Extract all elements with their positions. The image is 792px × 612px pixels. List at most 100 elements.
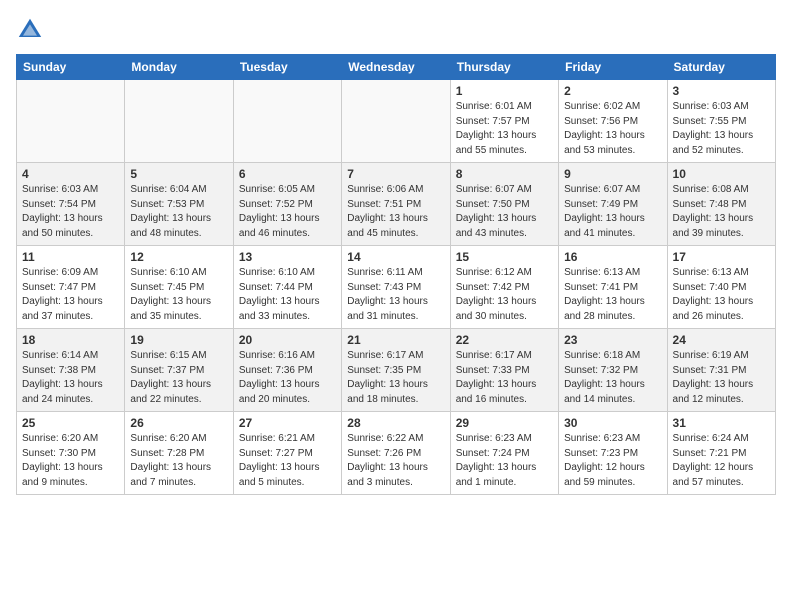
day-info: Sunrise: 6:10 AM Sunset: 7:45 PM Dayligh…: [130, 266, 227, 324]
day-number: 1: [456, 84, 553, 98]
day-info: Sunrise: 6:10 AM Sunset: 7:44 PM Dayligh…: [239, 266, 336, 324]
day-number: 25: [22, 416, 119, 430]
calendar-week-row: 11 Sunrise: 6:09 AM Sunset: 7:47 PM Dayli…: [17, 246, 776, 329]
day-info: Sunrise: 6:17 AM Sunset: 7:35 PM Dayligh…: [347, 349, 444, 407]
day-number: 2: [564, 84, 661, 98]
calendar-cell: 17 Sunrise: 6:13 AM Sunset: 7:40 PM Dayli…: [667, 246, 775, 329]
calendar-cell: 5 Sunrise: 6:04 AM Sunset: 7:53 PM Daylig…: [125, 163, 233, 246]
day-number: 23: [564, 333, 661, 347]
day-number: 11: [22, 250, 119, 264]
day-number: 27: [239, 416, 336, 430]
day-info: Sunrise: 6:23 AM Sunset: 7:23 PM Dayligh…: [564, 432, 661, 490]
day-number: 14: [347, 250, 444, 264]
logo: [16, 16, 48, 44]
day-info: Sunrise: 6:24 AM Sunset: 7:21 PM Dayligh…: [673, 432, 770, 490]
calendar-cell: 13 Sunrise: 6:10 AM Sunset: 7:44 PM Dayli…: [233, 246, 341, 329]
day-info: Sunrise: 6:20 AM Sunset: 7:28 PM Dayligh…: [130, 432, 227, 490]
day-number: 30: [564, 416, 661, 430]
calendar-cell: 10 Sunrise: 6:08 AM Sunset: 7:48 PM Dayli…: [667, 163, 775, 246]
day-info: Sunrise: 6:02 AM Sunset: 7:56 PM Dayligh…: [564, 100, 661, 158]
day-number: 15: [456, 250, 553, 264]
calendar-cell: 7 Sunrise: 6:06 AM Sunset: 7:51 PM Daylig…: [342, 163, 450, 246]
weekday-header-sunday: Sunday: [17, 55, 125, 80]
logo-icon: [16, 16, 44, 44]
weekday-header-tuesday: Tuesday: [233, 55, 341, 80]
calendar-cell: 9Sunrise: 6:07 AM Sunset: 7:49 PM Daylig…: [559, 163, 667, 246]
weekday-header-thursday: Thursday: [450, 55, 558, 80]
weekday-header-saturday: Saturday: [667, 55, 775, 80]
day-number: 17: [673, 250, 770, 264]
calendar-cell: 4 Sunrise: 6:03 AM Sunset: 7:54 PM Daylig…: [17, 163, 125, 246]
weekday-header-monday: Monday: [125, 55, 233, 80]
day-info: Sunrise: 6:06 AM Sunset: 7:51 PM Dayligh…: [347, 183, 444, 241]
day-info: Sunrise: 6:21 AM Sunset: 7:27 PM Dayligh…: [239, 432, 336, 490]
calendar-cell: 24 Sunrise: 6:19 AM Sunset: 7:31 PM Dayli…: [667, 329, 775, 412]
weekday-header-friday: Friday: [559, 55, 667, 80]
day-number: 5: [130, 167, 227, 181]
day-info: Sunrise: 6:03 AM Sunset: 7:55 PM Dayligh…: [673, 100, 770, 158]
day-info: Sunrise: 6:04 AM Sunset: 7:53 PM Dayligh…: [130, 183, 227, 241]
calendar-cell: 20Sunrise: 6:16 AM Sunset: 7:36 PM Dayli…: [233, 329, 341, 412]
day-number: 24: [673, 333, 770, 347]
day-info: Sunrise: 6:03 AM Sunset: 7:54 PM Dayligh…: [22, 183, 119, 241]
calendar-week-row: 1 Sunrise: 6:01 AM Sunset: 7:57 PM Daylig…: [17, 80, 776, 163]
day-info: Sunrise: 6:17 AM Sunset: 7:33 PM Dayligh…: [456, 349, 553, 407]
calendar-cell: 8 Sunrise: 6:07 AM Sunset: 7:50 PM Daylig…: [450, 163, 558, 246]
day-number: 3: [673, 84, 770, 98]
calendar-cell: [125, 80, 233, 163]
day-info: Sunrise: 6:13 AM Sunset: 7:40 PM Dayligh…: [673, 266, 770, 324]
weekday-header-row: SundayMondayTuesdayWednesdayThursdayFrid…: [17, 55, 776, 80]
calendar-cell: 19Sunrise: 6:15 AM Sunset: 7:37 PM Dayli…: [125, 329, 233, 412]
day-info: Sunrise: 6:11 AM Sunset: 7:43 PM Dayligh…: [347, 266, 444, 324]
calendar-cell: [342, 80, 450, 163]
calendar-cell: 11 Sunrise: 6:09 AM Sunset: 7:47 PM Dayli…: [17, 246, 125, 329]
calendar-table: SundayMondayTuesdayWednesdayThursdayFrid…: [16, 54, 776, 495]
day-info: Sunrise: 6:20 AM Sunset: 7:30 PM Dayligh…: [22, 432, 119, 490]
calendar-cell: 3 Sunrise: 6:03 AM Sunset: 7:55 PM Daylig…: [667, 80, 775, 163]
day-number: 4: [22, 167, 119, 181]
calendar-cell: 12 Sunrise: 6:10 AM Sunset: 7:45 PM Dayli…: [125, 246, 233, 329]
day-number: 12: [130, 250, 227, 264]
calendar-cell: 14 Sunrise: 6:11 AM Sunset: 7:43 PM Dayli…: [342, 246, 450, 329]
calendar-cell: 21 Sunrise: 6:17 AM Sunset: 7:35 PM Dayli…: [342, 329, 450, 412]
calendar-cell: 26 Sunrise: 6:20 AM Sunset: 7:28 PM Dayli…: [125, 412, 233, 495]
day-number: 16: [564, 250, 661, 264]
calendar-cell: 28Sunrise: 6:22 AM Sunset: 7:26 PM Dayli…: [342, 412, 450, 495]
day-number: 21: [347, 333, 444, 347]
day-number: 22: [456, 333, 553, 347]
calendar-cell: 15Sunrise: 6:12 AM Sunset: 7:42 PM Dayli…: [450, 246, 558, 329]
day-number: 26: [130, 416, 227, 430]
day-number: 7: [347, 167, 444, 181]
calendar-cell: 25 Sunrise: 6:20 AM Sunset: 7:30 PM Dayli…: [17, 412, 125, 495]
calendar-cell: 1 Sunrise: 6:01 AM Sunset: 7:57 PM Daylig…: [450, 80, 558, 163]
day-info: Sunrise: 6:14 AM Sunset: 7:38 PM Dayligh…: [22, 349, 119, 407]
calendar-cell: 27 Sunrise: 6:21 AM Sunset: 7:27 PM Dayli…: [233, 412, 341, 495]
calendar-cell: 6Sunrise: 6:05 AM Sunset: 7:52 PM Daylig…: [233, 163, 341, 246]
day-info: Sunrise: 6:07 AM Sunset: 7:50 PM Dayligh…: [456, 183, 553, 241]
calendar-cell: 22 Sunrise: 6:17 AM Sunset: 7:33 PM Dayli…: [450, 329, 558, 412]
calendar-cell: 16 Sunrise: 6:13 AM Sunset: 7:41 PM Dayli…: [559, 246, 667, 329]
day-number: 29: [456, 416, 553, 430]
day-info: Sunrise: 6:19 AM Sunset: 7:31 PM Dayligh…: [673, 349, 770, 407]
calendar-week-row: 18Sunrise: 6:14 AM Sunset: 7:38 PM Dayli…: [17, 329, 776, 412]
day-number: 13: [239, 250, 336, 264]
calendar-cell: 2 Sunrise: 6:02 AM Sunset: 7:56 PM Daylig…: [559, 80, 667, 163]
calendar-cell: [233, 80, 341, 163]
calendar-cell: 30 Sunrise: 6:23 AM Sunset: 7:23 PM Dayli…: [559, 412, 667, 495]
page-header: [16, 16, 776, 44]
day-info: Sunrise: 6:18 AM Sunset: 7:32 PM Dayligh…: [564, 349, 661, 407]
day-number: 8: [456, 167, 553, 181]
day-info: Sunrise: 6:13 AM Sunset: 7:41 PM Dayligh…: [564, 266, 661, 324]
day-number: 6: [239, 167, 336, 181]
day-info: Sunrise: 6:15 AM Sunset: 7:37 PM Dayligh…: [130, 349, 227, 407]
day-number: 31: [673, 416, 770, 430]
day-info: Sunrise: 6:22 AM Sunset: 7:26 PM Dayligh…: [347, 432, 444, 490]
day-info: Sunrise: 6:09 AM Sunset: 7:47 PM Dayligh…: [22, 266, 119, 324]
calendar-cell: 29Sunrise: 6:23 AM Sunset: 7:24 PM Dayli…: [450, 412, 558, 495]
day-info: Sunrise: 6:08 AM Sunset: 7:48 PM Dayligh…: [673, 183, 770, 241]
day-info: Sunrise: 6:07 AM Sunset: 7:49 PM Dayligh…: [564, 183, 661, 241]
day-info: Sunrise: 6:01 AM Sunset: 7:57 PM Dayligh…: [456, 100, 553, 158]
weekday-header-wednesday: Wednesday: [342, 55, 450, 80]
day-number: 10: [673, 167, 770, 181]
calendar-cell: 31 Sunrise: 6:24 AM Sunset: 7:21 PM Dayli…: [667, 412, 775, 495]
